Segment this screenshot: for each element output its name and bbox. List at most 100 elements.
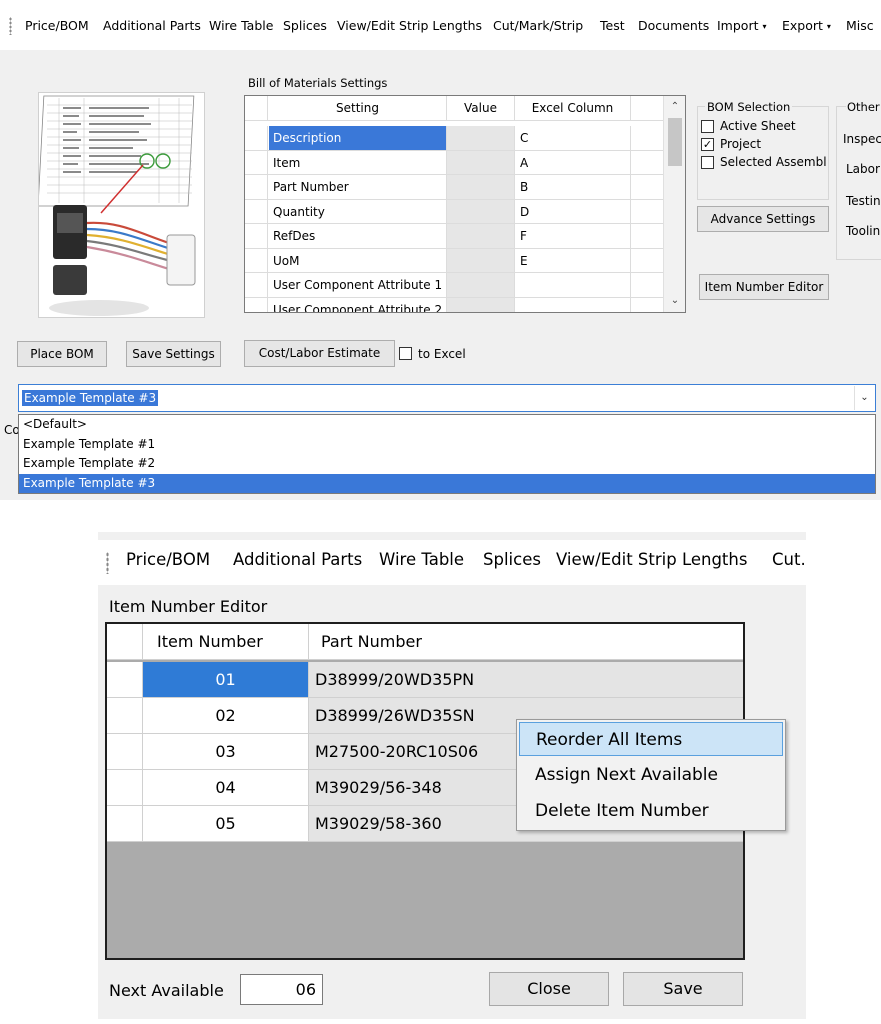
excel-column-cell[interactable]: C xyxy=(515,126,631,150)
place-bom-button[interactable]: Place BOM xyxy=(17,341,107,367)
row-header[interactable] xyxy=(245,175,268,199)
template-option-3[interactable]: Example Template #3 xyxy=(19,473,875,493)
column-header-part-number[interactable]: Part Number xyxy=(309,624,743,660)
template-combobox[interactable]: Example Template #3 ⌄ xyxy=(18,384,876,412)
reorder-all-items-menu-item[interactable]: Reorder All Items xyxy=(519,722,783,756)
column-header-value[interactable]: Value xyxy=(447,96,515,120)
active-sheet-checkbox[interactable] xyxy=(701,120,714,133)
value-cell[interactable] xyxy=(447,150,515,174)
menu-additional-parts[interactable]: Additional Parts xyxy=(103,17,201,35)
other-item-testing[interactable]: Testin xyxy=(846,194,881,208)
table-row[interactable]: Item A xyxy=(245,150,663,175)
value-cell[interactable] xyxy=(447,199,515,223)
setting-cell[interactable]: RefDes xyxy=(269,224,447,248)
row-header[interactable] xyxy=(245,126,268,150)
part-number-cell[interactable]: D38999/20WD35PN xyxy=(309,662,743,698)
other-item-tooling[interactable]: Toolin xyxy=(846,224,880,238)
excel-column-cell[interactable] xyxy=(515,273,631,297)
next-available-input[interactable]: 06 xyxy=(240,974,323,1005)
menu-import[interactable]: Import ▾ xyxy=(717,17,767,36)
table-row[interactable]: 01 D38999/20WD35PN xyxy=(107,662,743,698)
excel-column-cell[interactable]: D xyxy=(515,199,631,223)
other-item-labor[interactable]: Labor xyxy=(846,162,880,176)
to-excel-checkbox[interactable] xyxy=(399,347,412,360)
item-number-cell[interactable]: 04 xyxy=(143,770,309,806)
table-row[interactable]: UoM E xyxy=(245,248,663,273)
save-button[interactable]: Save xyxy=(623,972,743,1006)
menu-splices[interactable]: Splices xyxy=(283,17,327,35)
excel-column-cell[interactable]: A xyxy=(515,150,631,174)
setting-cell[interactable]: Part Number xyxy=(269,175,447,199)
menu-additional-parts[interactable]: Additional Parts xyxy=(233,551,362,569)
setting-cell[interactable]: User Component Attribute 1 xyxy=(269,273,447,297)
item-number-cell[interactable]: 02 xyxy=(143,698,309,734)
setting-cell[interactable]: Quantity xyxy=(269,199,447,223)
setting-cell[interactable]: User Component Attribute 2 xyxy=(269,297,447,312)
column-header-item-number[interactable]: Item Number xyxy=(143,624,309,660)
value-cell[interactable] xyxy=(447,273,515,297)
excel-column-cell[interactable] xyxy=(515,297,631,312)
value-cell[interactable] xyxy=(447,175,515,199)
advance-settings-button[interactable]: Advance Settings xyxy=(697,206,829,232)
column-header-setting[interactable]: Setting xyxy=(269,96,447,120)
template-option-2[interactable]: Example Template #2 xyxy=(19,454,875,474)
table-row[interactable]: Quantity D xyxy=(245,199,663,224)
row-header[interactable] xyxy=(245,199,268,223)
row-header[interactable] xyxy=(245,150,268,174)
item-number-cell[interactable]: 01 xyxy=(143,662,309,698)
selected-assembly-checkbox[interactable] xyxy=(701,156,714,169)
menu-price-bom[interactable]: Price/BOM xyxy=(126,551,210,569)
setting-cell[interactable]: Description xyxy=(269,126,447,150)
menu-wire-table[interactable]: Wire Table xyxy=(209,17,273,35)
menu-cut-mark-strip[interactable]: Cut/Mark/Strip xyxy=(493,17,583,35)
scrollbar-thumb[interactable] xyxy=(668,118,682,166)
toolbar-grip-icon[interactable] xyxy=(9,17,12,35)
excel-column-cell[interactable]: F xyxy=(515,224,631,248)
row-header[interactable] xyxy=(107,770,143,806)
table-row[interactable]: RefDes F xyxy=(245,224,663,249)
chevron-up-icon[interactable]: ⌃ xyxy=(664,98,685,116)
menu-view-edit-strip-lengths[interactable]: View/Edit Strip Lengths xyxy=(556,551,747,569)
row-header[interactable] xyxy=(245,273,268,297)
item-number-cell[interactable]: 05 xyxy=(143,806,309,842)
value-cell[interactable] xyxy=(447,126,515,150)
menu-splices[interactable]: Splices xyxy=(483,551,541,569)
assign-next-available-menu-item[interactable]: Assign Next Available xyxy=(519,758,783,792)
bom-settings-grid[interactable]: Setting Value Excel Column Description C… xyxy=(244,95,686,313)
value-cell[interactable] xyxy=(447,248,515,272)
menu-cut[interactable]: Cut. xyxy=(772,551,806,569)
menu-price-bom[interactable]: Price/BOM xyxy=(25,17,89,35)
menu-documents[interactable]: Documents xyxy=(638,17,709,35)
setting-cell[interactable]: Item xyxy=(269,150,447,174)
row-header[interactable] xyxy=(107,734,143,770)
column-header-excel-column[interactable]: Excel Column xyxy=(515,96,631,120)
project-checkbox[interactable]: ✓ xyxy=(701,138,714,151)
menu-wire-table[interactable]: Wire Table xyxy=(379,551,464,569)
menu-export[interactable]: Export ▾ xyxy=(782,17,831,36)
row-header[interactable] xyxy=(107,662,143,698)
value-cell[interactable] xyxy=(447,224,515,248)
row-header[interactable] xyxy=(245,224,268,248)
menu-misc[interactable]: Misc xyxy=(846,17,874,35)
excel-column-cell[interactable]: E xyxy=(515,248,631,272)
item-number-cell[interactable]: 03 xyxy=(143,734,309,770)
table-row[interactable]: User Component Attribute 2 xyxy=(245,297,663,312)
delete-item-number-menu-item[interactable]: Delete Item Number xyxy=(519,794,783,828)
close-button[interactable]: Close xyxy=(489,972,609,1006)
table-row[interactable]: Part Number B xyxy=(245,175,663,200)
menu-view-edit-strip-lengths[interactable]: View/Edit Strip Lengths xyxy=(337,17,482,35)
menu-test[interactable]: Test xyxy=(600,17,625,35)
chevron-down-icon[interactable]: ⌄ xyxy=(854,386,874,410)
cost-labor-estimate-button[interactable]: Cost/Labor Estimate xyxy=(244,340,395,367)
grid-scrollbar[interactable]: ⌃ ⌄ xyxy=(663,96,685,312)
chevron-down-icon[interactable]: ⌄ xyxy=(664,292,685,310)
setting-cell[interactable]: UoM xyxy=(269,248,447,272)
value-cell[interactable] xyxy=(447,297,515,312)
excel-column-cell[interactable]: B xyxy=(515,175,631,199)
row-header[interactable] xyxy=(245,297,268,312)
item-number-editor-button[interactable]: Item Number Editor xyxy=(699,274,829,300)
toolbar-grip-icon[interactable] xyxy=(106,552,109,574)
row-header[interactable] xyxy=(107,698,143,734)
table-row[interactable]: User Component Attribute 1 xyxy=(245,273,663,298)
table-row[interactable]: Description C xyxy=(245,126,663,151)
